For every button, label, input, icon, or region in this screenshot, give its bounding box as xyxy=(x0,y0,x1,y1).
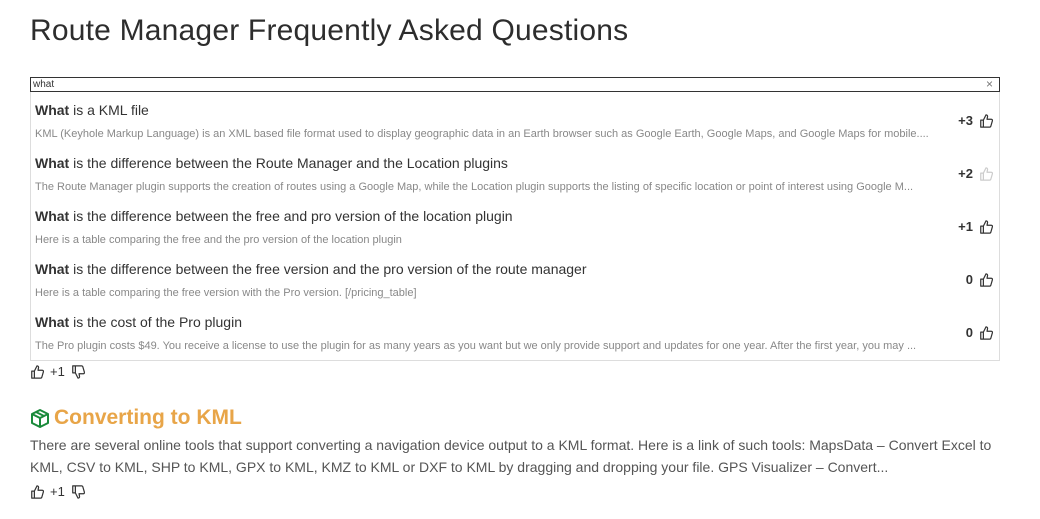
result-votes: +3 xyxy=(958,113,993,128)
box-icon xyxy=(30,408,50,428)
result-excerpt: The Route Manager plugin supports the cr… xyxy=(35,181,914,193)
result-excerpt: KML (Keyhole Markup Language) is an XML … xyxy=(35,128,929,140)
result-title-match: What xyxy=(35,102,70,118)
search-results-list: What is a KML file KML (Keyhole Markup L… xyxy=(30,92,1000,361)
thumbs-up-icon[interactable] xyxy=(979,113,993,128)
search-result-item[interactable]: What is the difference between the Route… xyxy=(31,145,999,198)
vote-count: +2 xyxy=(958,166,973,181)
result-title-rest: is the cost of the Pro plugin xyxy=(69,314,242,330)
result-title-rest: is the difference between the free versi… xyxy=(69,261,587,277)
result-title-match: What xyxy=(35,261,70,277)
thumbs-up-icon[interactable] xyxy=(30,364,44,379)
feedback-bar-bottom: +1 xyxy=(30,484,85,499)
result-title[interactable]: What is the difference between the free … xyxy=(35,260,939,278)
vote-count: +1 xyxy=(958,219,973,234)
search-input[interactable] xyxy=(31,78,973,91)
thumbs-up-icon[interactable] xyxy=(979,166,993,181)
article-title-link[interactable]: Converting to KML xyxy=(54,406,242,430)
search-box: × xyxy=(30,77,1000,92)
thumbs-up-icon[interactable] xyxy=(979,219,993,234)
result-title-match: What xyxy=(35,155,70,171)
result-title-rest: is the difference between the free and p… xyxy=(69,208,513,224)
search-result-item[interactable]: What is the cost of the Pro plugin The P… xyxy=(31,304,999,357)
thumbs-up-icon[interactable] xyxy=(979,272,993,287)
vote-count: +3 xyxy=(958,113,973,128)
result-title[interactable]: What is the difference between the Route… xyxy=(35,154,939,172)
result-title-rest: is a KML file xyxy=(69,102,149,118)
vote-count: +1 xyxy=(50,484,65,499)
result-title-match: What xyxy=(35,208,70,224)
feedback-bar-top: +1 xyxy=(30,364,85,379)
vote-count: 0 xyxy=(965,325,973,340)
result-votes: 0 xyxy=(966,325,993,340)
article-excerpt: There are several online tools that supp… xyxy=(30,437,992,475)
result-title-rest: is the difference between the Route Mana… xyxy=(69,155,508,171)
result-votes: +1 xyxy=(958,219,993,234)
thumbs-down-icon[interactable] xyxy=(71,364,85,379)
page-title: Route Manager Frequently Asked Questions xyxy=(30,14,629,47)
search-result-item[interactable]: What is a KML file KML (Keyhole Markup L… xyxy=(31,92,999,145)
result-excerpt: Here is a table comparing the free versi… xyxy=(35,287,417,299)
search-result-item[interactable]: What is the difference between the free … xyxy=(31,198,999,251)
result-votes: 0 xyxy=(966,272,993,287)
result-excerpt: Here is a table comparing the free and t… xyxy=(35,234,402,246)
thumbs-up-icon[interactable] xyxy=(30,484,44,499)
thumbs-down-icon[interactable] xyxy=(71,484,85,499)
clear-search-icon[interactable]: × xyxy=(986,76,993,92)
result-title[interactable]: What is the cost of the Pro plugin xyxy=(35,313,939,331)
result-votes: +2 xyxy=(958,166,993,181)
search-result-item[interactable]: What is the difference between the free … xyxy=(31,251,999,304)
article-title: Converting to KML xyxy=(30,406,242,430)
result-excerpt: The Pro plugin costs $49. You receive a … xyxy=(35,340,917,352)
vote-count: +1 xyxy=(50,364,65,379)
vote-count: 0 xyxy=(965,272,973,287)
thumbs-up-icon[interactable] xyxy=(979,325,993,340)
result-title[interactable]: What is the difference between the free … xyxy=(35,207,939,225)
result-title[interactable]: What is a KML file xyxy=(35,101,939,119)
result-title-match: What xyxy=(35,314,70,330)
